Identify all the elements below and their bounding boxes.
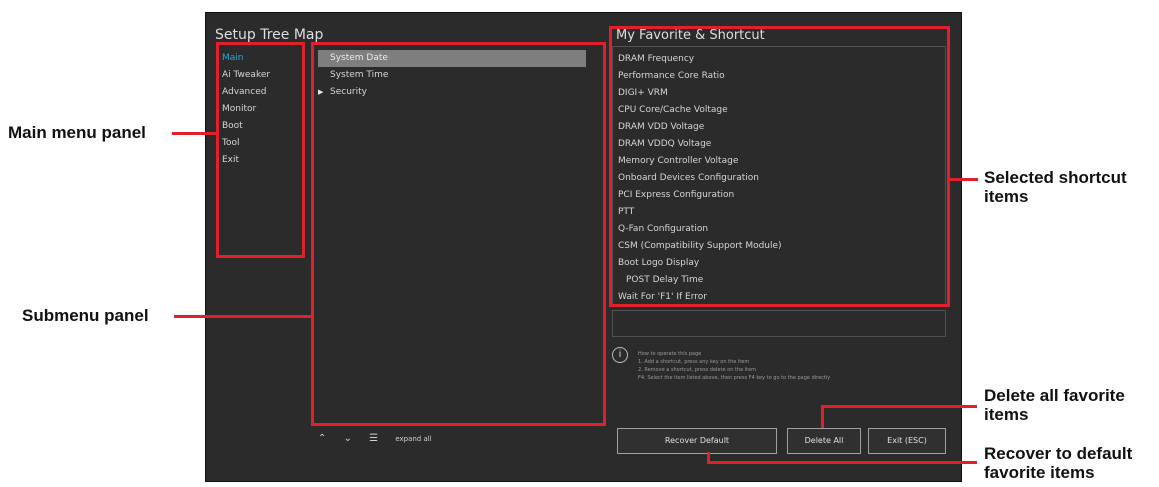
callout-shortcut-line1: Selected shortcut (984, 168, 1127, 187)
callout-delete: Delete all favorite items (984, 386, 1125, 424)
setup-tree-map-title: Setup Tree Map (215, 27, 324, 43)
recover-default-button[interactable]: Recover Default (617, 428, 777, 454)
callout-shortcut-line (950, 178, 978, 181)
callout-recover: Recover to default favorite items (984, 444, 1132, 482)
favorites-highlight (609, 26, 950, 307)
info-line: F4: Select the item listed above, then p… (638, 375, 831, 381)
callout-delete-line2: items (984, 405, 1029, 424)
list-icon: ☰ (369, 433, 379, 444)
info-text: How to operate this page 1. Add a shortc… (638, 350, 938, 382)
expand-all-label: expand all (395, 435, 432, 443)
callout-submenu-line (174, 315, 311, 318)
callout-recover-line1: Recover to default (984, 444, 1133, 463)
callout-main-menu-line (172, 132, 216, 135)
info-icon: i (612, 347, 628, 363)
callout-delete-line1: Delete all favorite (984, 386, 1125, 405)
expand-down-icon[interactable]: ⌄ (344, 433, 352, 444)
info-line: How to operate this page (638, 351, 702, 357)
collapse-all-icon[interactable]: ⌃ (318, 433, 326, 444)
expand-all-button[interactable]: ☰ expand all (369, 433, 446, 444)
exit-esc-button[interactable]: Exit (ESC) (868, 428, 946, 454)
callout-shortcut: Selected shortcut items (984, 168, 1127, 206)
callout-shortcut-line2: items (984, 187, 1029, 206)
callout-recover-line (707, 461, 977, 464)
submenu-highlight (311, 42, 606, 426)
callout-recover-line2: favorite items (984, 463, 1095, 482)
callout-delete-line (821, 405, 977, 408)
info-line: 2. Remove a shortcut, press delete on th… (638, 367, 757, 373)
favorites-empty-slot (612, 310, 946, 337)
callout-main-menu: Main menu panel (8, 123, 146, 142)
submenu-toolbar: ⌃ ⌄ ☰ expand all (318, 433, 460, 444)
delete-all-button[interactable]: Delete All (787, 428, 861, 454)
main-menu-highlight (216, 42, 305, 258)
callout-delete-vline (821, 405, 824, 428)
info-line: 1. Add a shortcut, press any key on the … (638, 359, 750, 365)
callout-submenu: Submenu panel (22, 306, 149, 325)
